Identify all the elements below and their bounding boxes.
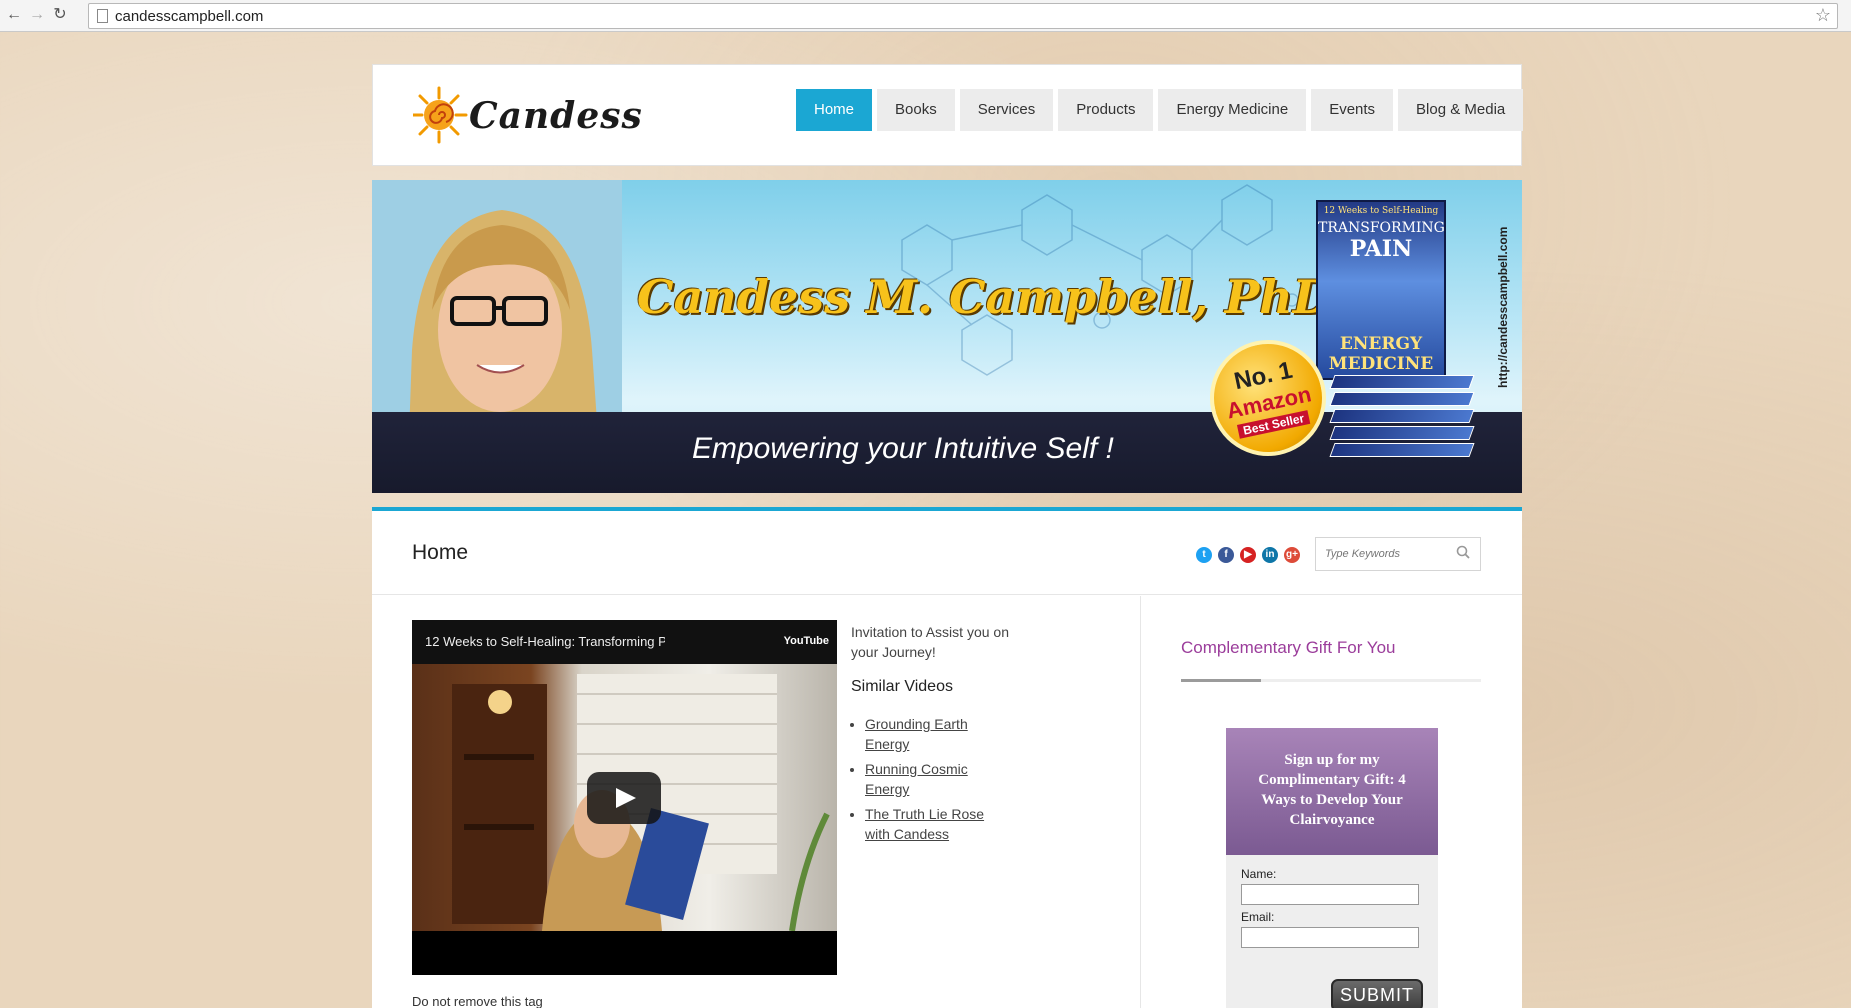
play-button[interactable]	[587, 772, 661, 824]
similar-video-link[interactable]: Running Cosmic Energy	[865, 761, 968, 797]
reload-icon[interactable]: ↻	[50, 5, 70, 25]
menu-item-home[interactable]: Home	[796, 89, 873, 131]
facebook-icon[interactable]: f	[1218, 547, 1234, 563]
site-logo[interactable]: Candess	[413, 83, 642, 147]
url-text[interactable]: candesscampbell.com	[115, 8, 263, 25]
page-icon	[97, 9, 108, 23]
submit-button[interactable]: SUBMIT	[1331, 979, 1423, 1008]
email-field[interactable]	[1241, 927, 1419, 948]
site-header: Candess Home Books Services Products Ene…	[372, 64, 1524, 166]
page-title-bar: Home t f ▶ in g+	[372, 511, 1522, 595]
banner-site-url: http://candesscampbell.com	[1496, 226, 1510, 388]
main-menu: Home Books Services Products Energy Medi…	[796, 89, 1524, 131]
name-label: Name:	[1241, 867, 1277, 881]
list-item: Grounding Earth Energy	[865, 714, 1011, 754]
sidebar: Complementary Gift For You Sign up for m…	[1142, 596, 1522, 1008]
menu-item-products[interactable]: Products	[1058, 89, 1154, 131]
google-plus-icon[interactable]: g+	[1284, 547, 1300, 563]
youtube-icon[interactable]: ▶	[1240, 547, 1256, 563]
similar-videos-heading: Similar Videos	[851, 678, 953, 695]
hero-banner: Candess M. Campbell, PhD Empowering your…	[372, 180, 1522, 493]
banner-tagline: Empowering your Intuitive Self !	[692, 432, 1114, 465]
menu-item-books[interactable]: Books	[877, 89, 955, 131]
name-field[interactable]	[1241, 884, 1419, 905]
gift-heading: Complementary Gift For You	[1181, 638, 1396, 657]
book-cover: 12 Weeks to Self-Healing TRANSFORMING PA…	[1316, 200, 1446, 380]
menu-item-blog-media[interactable]: Blog & Media	[1398, 89, 1524, 131]
search-icon[interactable]	[1456, 545, 1470, 559]
linkedin-icon[interactable]: in	[1262, 547, 1278, 563]
forward-arrow-icon[interactable]: →	[27, 5, 47, 25]
invite-text: Invitation to Assist you on your Journey…	[851, 624, 1009, 660]
youtube-logo[interactable]: YouTube	[784, 635, 829, 647]
gift-heading-underline	[1181, 679, 1481, 682]
email-label: Email:	[1241, 910, 1275, 924]
book-cover-line1: TRANSFORMING	[1318, 220, 1445, 236]
twitter-icon[interactable]: t	[1196, 547, 1212, 563]
youtube-video-player[interactable]: 12 Weeks to Self-Healing: Transforming P…	[412, 620, 837, 975]
optin-heading: Sign up for my Complimentary Gift: 4 Way…	[1226, 728, 1438, 855]
video-title-bar: 12 Weeks to Self-Healing: Transforming P…	[412, 620, 837, 664]
banner-title: Candess M. Campbell, PhD	[637, 270, 1333, 324]
page-title: Home	[412, 541, 469, 564]
bookmark-star-icon[interactable]: ☆	[1815, 5, 1831, 26]
video-side-text: Invitation to Assist you on your Journey…	[851, 622, 1011, 849]
book-cover-line3: ENERGY MEDICINE	[1328, 334, 1434, 374]
similar-video-link[interactable]: The Truth Lie Rose with Candess	[865, 806, 984, 842]
back-arrow-icon[interactable]: ←	[4, 5, 24, 25]
book-stack	[1329, 375, 1475, 465]
video-thumbnail[interactable]	[412, 664, 837, 931]
main-column: 12 Weeks to Self-Healing: Transforming P…	[372, 596, 1141, 1008]
similar-videos-list: Grounding Earth Energy Running Cosmic En…	[851, 714, 1011, 844]
menu-item-events[interactable]: Events	[1311, 89, 1394, 131]
logo-text: Candess	[469, 95, 643, 137]
book-cover-top: 12 Weeks to Self-Healing	[1323, 206, 1439, 216]
similar-video-link[interactable]: Grounding Earth Energy	[865, 716, 968, 752]
video-caption: Do not remove this tag	[412, 994, 543, 1008]
search-input[interactable]	[1316, 538, 1446, 570]
optin-form: Sign up for my Complimentary Gift: 4 Way…	[1226, 728, 1438, 1008]
video-title[interactable]: 12 Weeks to Self-Healing: Transforming P	[425, 634, 665, 649]
sun-spiral-logo-icon	[413, 86, 468, 144]
list-item: The Truth Lie Rose with Candess	[865, 804, 1011, 844]
menu-item-services[interactable]: Services	[959, 89, 1054, 131]
social-links: t f ▶ in g+	[1196, 547, 1300, 563]
menu-item-energy-medicine[interactable]: Energy Medicine	[1158, 89, 1307, 131]
search-box	[1315, 537, 1481, 571]
book-cover-line2: PAIN	[1349, 236, 1413, 262]
browser-toolbar: ← → ↻ candesscampbell.com ☆	[0, 0, 1851, 32]
address-bar[interactable]: candesscampbell.com ☆	[88, 3, 1838, 29]
list-item: Running Cosmic Energy	[865, 759, 1011, 799]
content-panel: Home t f ▶ in g+ 12 Weeks to Self-Healin…	[372, 507, 1522, 1008]
